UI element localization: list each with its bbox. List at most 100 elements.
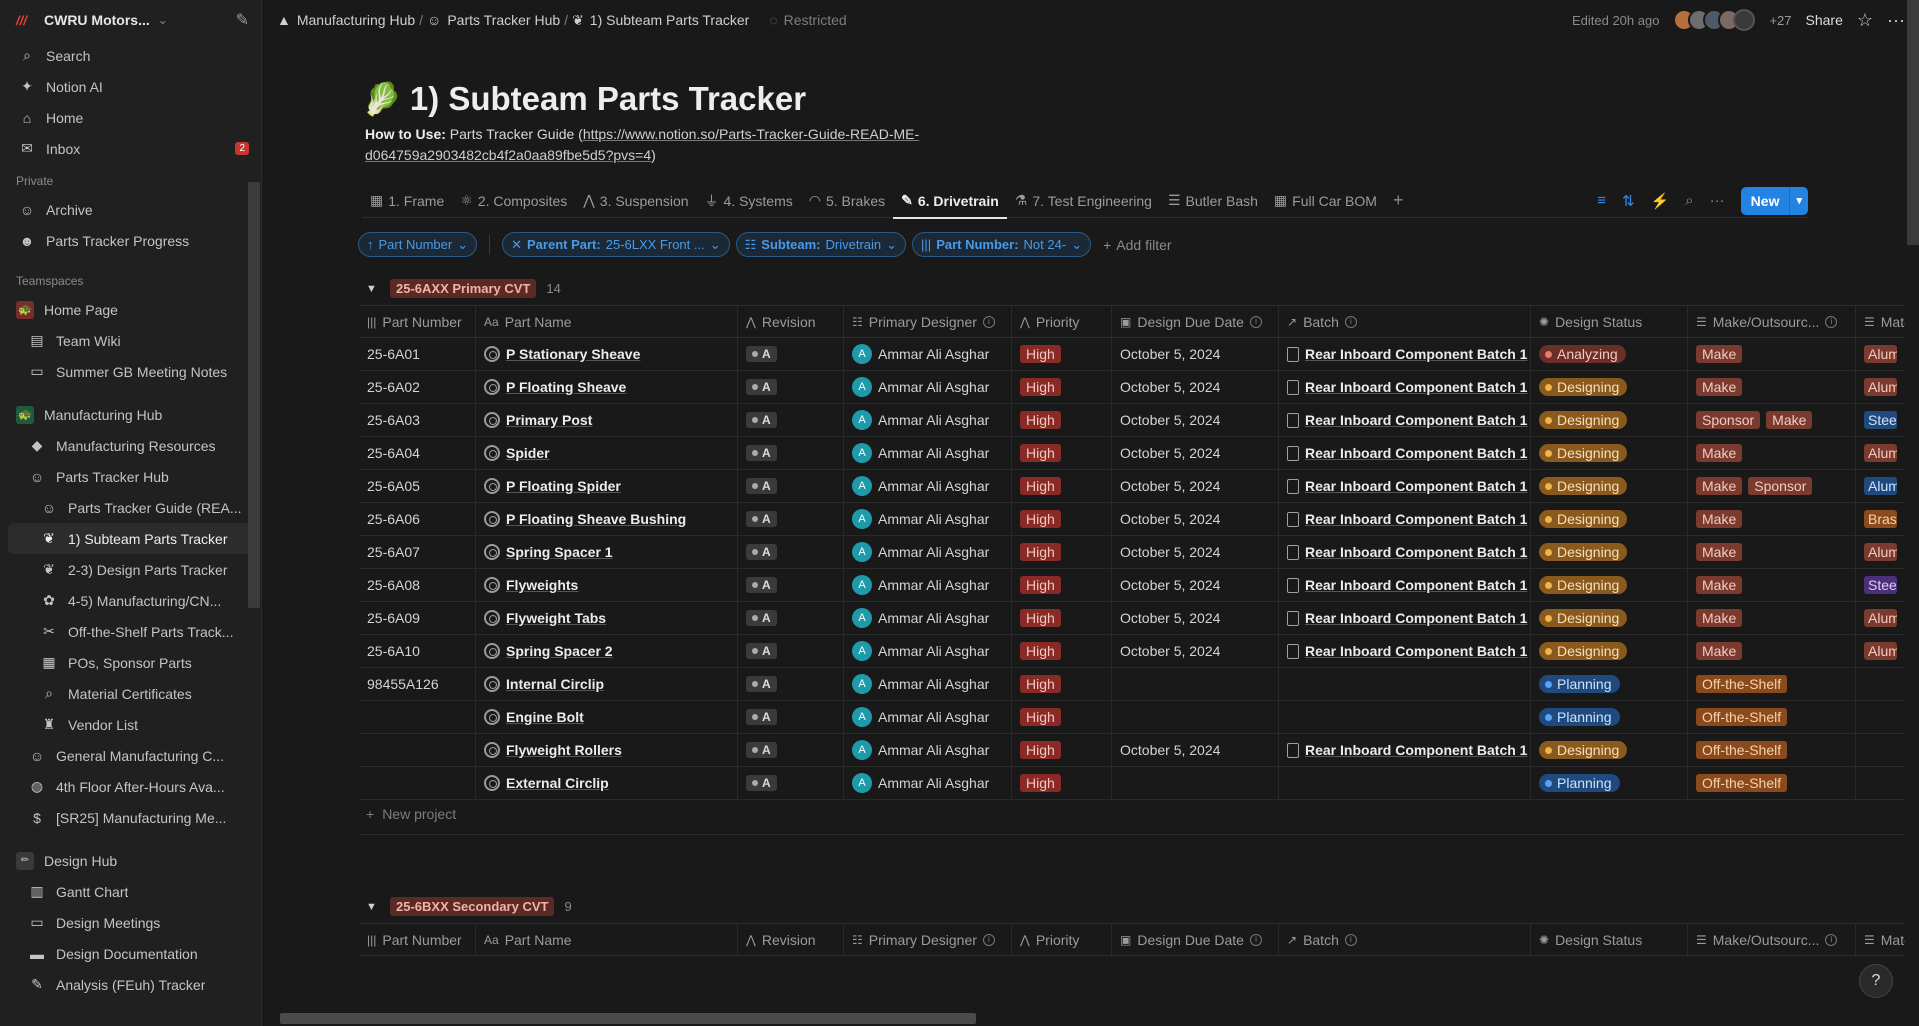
column-header-part-name[interactable]: Aa Part Name xyxy=(476,924,738,955)
part-name-link[interactable]: Engine Bolt xyxy=(506,709,584,725)
make-outsource-cell[interactable]: Make xyxy=(1688,569,1856,601)
revision-cell[interactable]: A xyxy=(738,767,844,799)
status-cell[interactable]: Designing xyxy=(1531,602,1688,634)
column-header-part-number[interactable]: ||| Part Number xyxy=(359,306,476,337)
tab-3-suspension[interactable]: ⋀ 3. Suspension xyxy=(575,184,696,218)
part-name-cell[interactable]: Spring Spacer 2 xyxy=(476,635,738,667)
guide-link[interactable]: https://www.notion.so/Parts-Tracker-Guid… xyxy=(365,126,919,163)
make-outsource-cell[interactable]: Make xyxy=(1688,635,1856,667)
info-icon[interactable]: i xyxy=(1249,933,1262,946)
priority-cell[interactable]: High xyxy=(1012,503,1112,535)
column-header-part-number[interactable]: ||| Part Number xyxy=(359,924,476,955)
caret-down-icon[interactable]: ▼ xyxy=(366,901,380,913)
part-number-cell[interactable] xyxy=(359,767,476,799)
designer-cell[interactable]: A Ammar Ali Asghar xyxy=(844,371,1012,403)
batch-cell[interactable]: Rear Inboard Component Batch 1 xyxy=(1279,437,1531,469)
part-name-link[interactable]: Internal Circlip xyxy=(506,676,604,692)
revision-cell[interactable]: A xyxy=(738,470,844,502)
revision-cell[interactable]: A xyxy=(738,569,844,601)
priority-cell[interactable]: High xyxy=(1012,701,1112,733)
column-header-revision[interactable]: ⋀ Revision xyxy=(738,924,844,955)
status-cell[interactable]: Planning xyxy=(1531,701,1688,733)
revision-cell[interactable]: A xyxy=(738,536,844,568)
breadcrumb-item[interactable]: ▲ Manufacturing Hub xyxy=(277,12,415,28)
material-cell[interactable] xyxy=(1856,734,1905,766)
part-number-cell[interactable]: 25-6A04 xyxy=(359,437,476,469)
material-cell[interactable]: Alumin xyxy=(1856,338,1905,370)
tab-6-drivetrain[interactable]: ✎ 6. Drivetrain xyxy=(893,184,1007,219)
designer-cell[interactable]: A Ammar Ali Asghar xyxy=(844,635,1012,667)
batch-cell[interactable] xyxy=(1279,701,1531,733)
make-outsource-cell[interactable]: Make xyxy=(1688,437,1856,469)
column-header-revision[interactable]: ⋀ Revision xyxy=(738,306,844,337)
info-icon[interactable]: i xyxy=(1344,315,1357,328)
due-date-cell[interactable]: October 5, 2024 xyxy=(1112,404,1279,436)
column-header-status[interactable]: ✺ Design Status xyxy=(1531,924,1688,955)
designer-cell[interactable]: A Ammar Ali Asghar xyxy=(844,569,1012,601)
chevron-down-icon[interactable]: ⌄ xyxy=(158,13,168,27)
part-name-link[interactable]: Primary Post xyxy=(506,412,592,428)
make-outsource-cell[interactable]: Make xyxy=(1688,338,1856,370)
batch-cell[interactable]: Rear Inboard Component Batch 1 xyxy=(1279,404,1531,436)
sidebar-item-notion-ai[interactable]: ✦ Notion AI xyxy=(0,71,261,102)
column-header-batch[interactable]: ↗ Batch i xyxy=(1279,924,1531,955)
workspace-name[interactable]: CWRU Motors... xyxy=(44,12,150,28)
sort-chip[interactable]: ↑ Part Number ⌄ xyxy=(358,232,478,257)
make-outsource-cell[interactable]: Off-the-Shelf xyxy=(1688,701,1856,733)
part-number-cell[interactable]: 25-6A10 xyxy=(359,635,476,667)
sidebar-item-parts-tracker-progress[interactable]: ☻ Parts Tracker Progress xyxy=(0,225,261,256)
designer-cell[interactable]: A Ammar Ali Asghar xyxy=(844,767,1012,799)
revision-cell[interactable]: A xyxy=(738,734,844,766)
table-row[interactable]: External Circlip A A Ammar Ali Asghar High Pl… xyxy=(359,767,1905,800)
sidebar-scrollbar[interactable] xyxy=(248,182,260,608)
batch-cell[interactable]: Rear Inboard Component Batch 1 xyxy=(1279,734,1531,766)
table-row[interactable]: 25-6A09 Flyweight Tabs A A Ammar Ali Asghar H… xyxy=(359,602,1905,635)
designer-cell[interactable]: A Ammar Ali Asghar xyxy=(844,437,1012,469)
search-icon[interactable]: ⌕ xyxy=(1685,192,1693,209)
sidebar-item-off-the-shelf-parts-track[interactable]: ✂ Off-the-Shelf Parts Track... xyxy=(0,616,261,647)
part-name-link[interactable]: Flyweights xyxy=(506,577,578,593)
priority-cell[interactable]: High xyxy=(1012,437,1112,469)
designer-cell[interactable]: A Ammar Ali Asghar xyxy=(844,536,1012,568)
column-header-priority[interactable]: ⋀ Priority xyxy=(1012,924,1112,955)
chevron-down-icon[interactable]: ▾ xyxy=(1790,187,1808,215)
sidebar-item-4th-floor-after-hours-ava[interactable]: ◍ 4th Floor After-Hours Ava... xyxy=(0,771,261,802)
new-page-icon[interactable]: ✎ xyxy=(236,10,249,30)
make-outsource-cell[interactable]: Make xyxy=(1688,503,1856,535)
filter-chip[interactable]: ||| Part Number: Not 24- ⌄ xyxy=(912,232,1092,257)
batch-link[interactable]: Rear Inboard Component Batch 1 xyxy=(1305,445,1527,461)
info-icon[interactable]: i xyxy=(1825,933,1838,946)
status-cell[interactable]: Designing xyxy=(1531,536,1688,568)
priority-cell[interactable]: High xyxy=(1012,734,1112,766)
part-name-cell[interactable]: Flyweight Tabs xyxy=(476,602,738,634)
part-number-cell[interactable] xyxy=(359,734,476,766)
tab-5-brakes[interactable]: ◠ 5. Brakes xyxy=(801,184,893,218)
due-date-cell[interactable] xyxy=(1112,668,1279,700)
part-name-cell[interactable]: P Floating Spider xyxy=(476,470,738,502)
star-icon[interactable]: ☆ xyxy=(1857,10,1873,31)
sidebar-item-analysis-feuh-tracker[interactable]: ✎ Analysis (FEuh) Tracker xyxy=(0,969,261,1000)
page-emoji-icon[interactable]: 🥬 xyxy=(362,80,402,118)
part-name-link[interactable]: P Floating Sheave Bushing xyxy=(506,511,686,527)
revision-cell[interactable]: A xyxy=(738,635,844,667)
due-date-cell[interactable] xyxy=(1112,767,1279,799)
part-name-link[interactable]: P Floating Spider xyxy=(506,478,621,494)
sidebar-item-manufacturing-hub[interactable]: 🐢 Manufacturing Hub xyxy=(0,399,261,430)
part-name-cell[interactable]: Engine Bolt xyxy=(476,701,738,733)
priority-cell[interactable]: High xyxy=(1012,404,1112,436)
due-date-cell[interactable]: October 5, 2024 xyxy=(1112,503,1279,535)
column-header-make[interactable]: ☰ Make/Outsourc... i xyxy=(1688,306,1856,337)
tab-full-car-bom[interactable]: ▦ Full Car BOM xyxy=(1266,184,1385,218)
designer-cell[interactable]: A Ammar Ali Asghar xyxy=(844,338,1012,370)
make-outsource-cell[interactable]: Make xyxy=(1688,371,1856,403)
table-row[interactable]: 25-6A08 Flyweights A A Ammar Ali Asghar High O… xyxy=(359,569,1905,602)
make-outsource-cell[interactable]: Sponsor Make xyxy=(1688,404,1856,436)
designer-cell[interactable]: A Ammar Ali Asghar xyxy=(844,404,1012,436)
priority-cell[interactable]: High xyxy=(1012,536,1112,568)
part-name-link[interactable]: Spring Spacer 2 xyxy=(506,643,613,659)
part-number-cell[interactable]: 25-6A07 xyxy=(359,536,476,568)
batch-cell[interactable]: Rear Inboard Component Batch 1 xyxy=(1279,470,1531,502)
due-date-cell[interactable]: October 5, 2024 xyxy=(1112,734,1279,766)
priority-cell[interactable]: High xyxy=(1012,470,1112,502)
column-header-designer[interactable]: ☷ Primary Designer i xyxy=(844,306,1012,337)
